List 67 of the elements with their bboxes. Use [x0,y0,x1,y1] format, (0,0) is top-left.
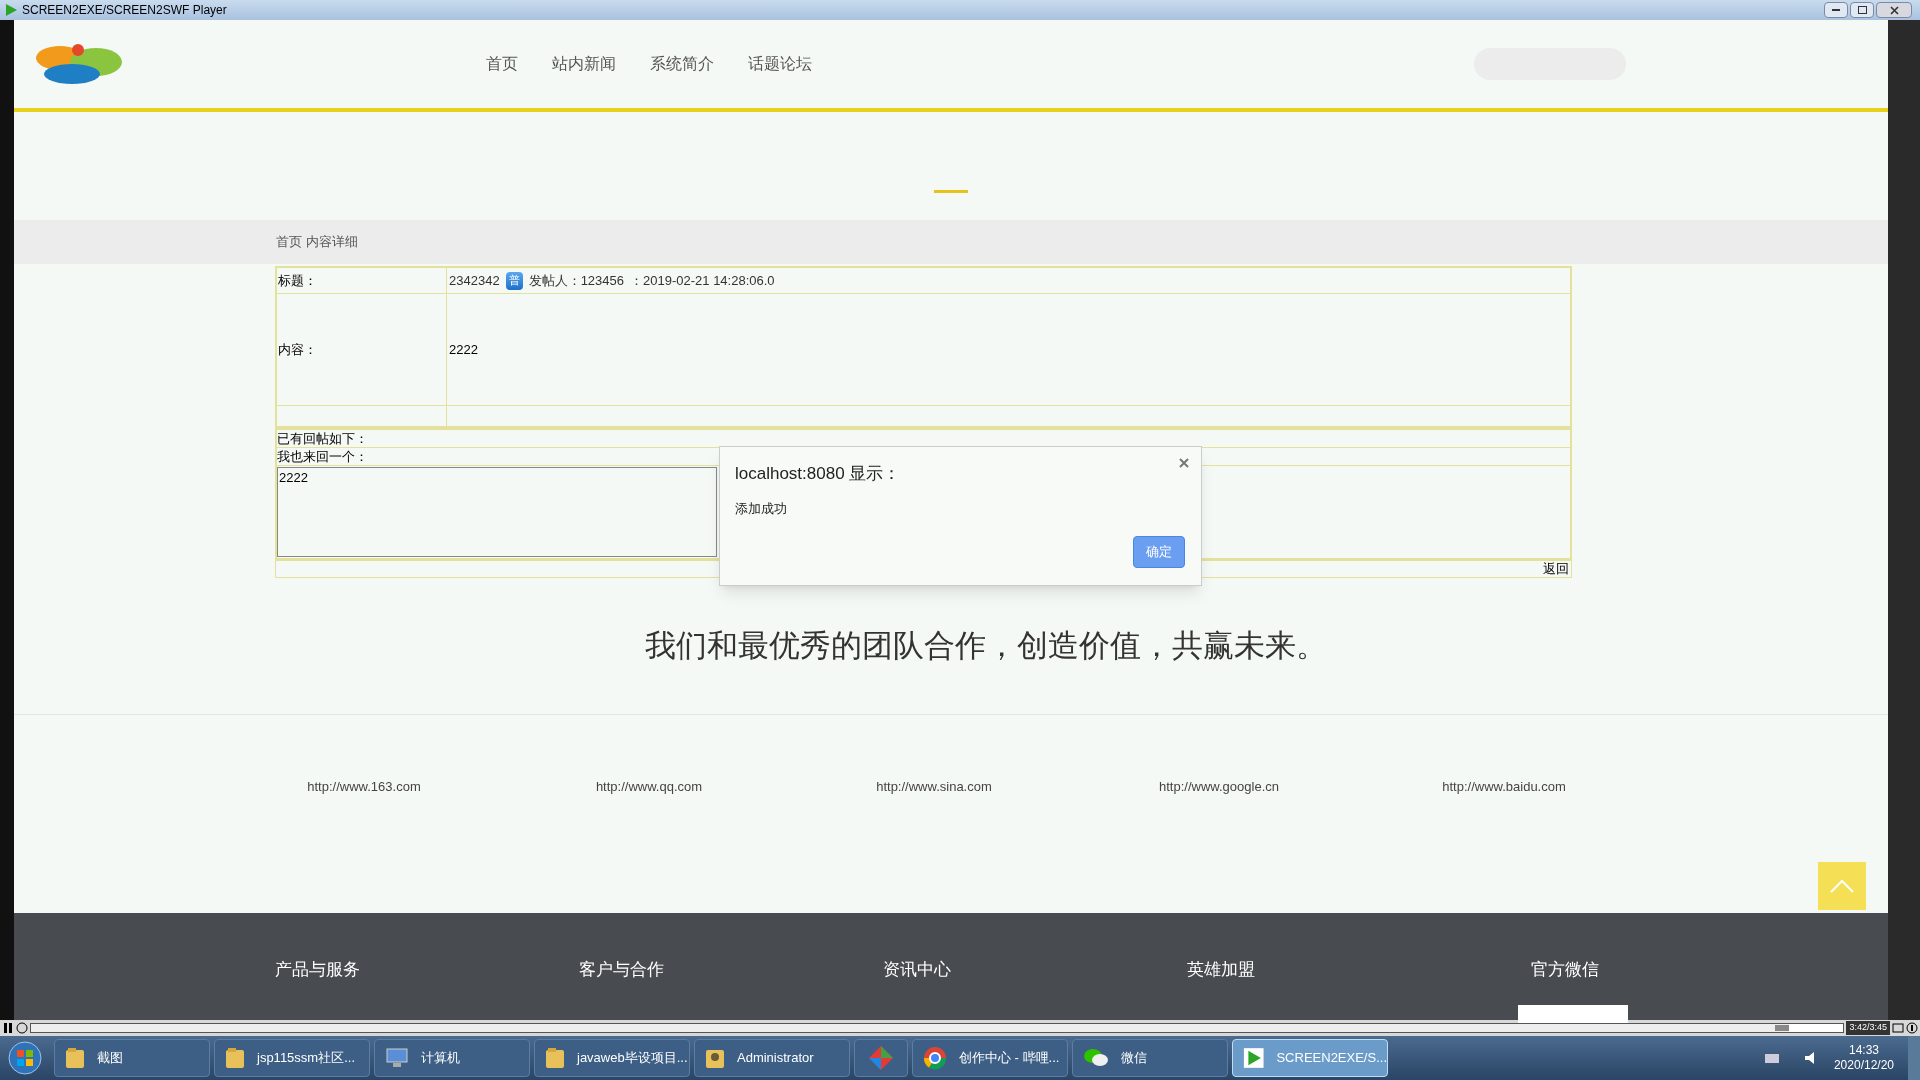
footer-link[interactable]: http://www.baidu.com [1404,777,1604,797]
footer-heading: 英雄加盟 [1187,958,1256,981]
app-icon [4,3,18,17]
taskbar-item[interactable]: javaweb毕设项目... [534,1039,690,1077]
folder-icon [545,1047,565,1069]
post-title: 2342342 [449,271,500,290]
footer-link[interactable]: http://www.163.com [264,777,464,797]
minimize-button[interactable] [1824,2,1848,18]
post-time: ：2019-02-21 14:28:06.0 [630,271,775,290]
close-button[interactable] [1876,2,1912,18]
taskbar-item[interactable]: 创作中心 - 哔哩... [912,1039,1068,1077]
fullscreen-icon[interactable] [1892,1022,1904,1034]
dialog-title: localhost:8080 显示： [735,463,901,485]
category-badge: 普 [505,271,523,290]
app-icon [868,1045,894,1071]
chat-icon [1083,1047,1109,1069]
post-author: 发帖人：123456 [528,271,624,290]
back-link[interactable]: 返回 [1543,559,1571,579]
close-icon [1889,5,1899,15]
field-label: 内容： [278,340,317,359]
computer-icon [385,1047,409,1069]
footer-heading: 官方微信 [1531,958,1600,981]
field-label: 标题： [278,271,317,290]
taskbar-item[interactable]: 计算机 [374,1039,530,1077]
footer-link[interactable]: http://www.google.cn [1119,777,1319,797]
footer-heading: 产品与服务 [275,958,361,981]
breadcrumb: 首页 内容详细 [276,233,359,252]
folder-icon [65,1047,85,1069]
footer-link[interactable]: http://www.qq.com [549,777,749,797]
stop-icon[interactable] [16,1022,28,1034]
clock-time: 14:33 [1848,1043,1879,1058]
slogan: 我们和最优秀的团队合作，创造价值，共赢未来。 [644,626,1327,665]
replies-heading: 已有回帖如下： [277,429,368,448]
taskbar-item[interactable]: 微信 [1072,1039,1228,1077]
footer-heading: 资讯中心 [883,958,952,981]
taskbar-item[interactable]: jsp115ssm社区... [214,1039,370,1077]
user-icon [705,1047,725,1069]
minimize-icon [1832,9,1840,11]
reply-input[interactable]: 2222 [277,467,717,557]
pause-icon [4,1023,12,1033]
browser-icon [923,1046,947,1070]
maximize-button[interactable] [1850,2,1874,18]
player-icon [1243,1046,1265,1070]
chevron-up-icon [1830,879,1854,893]
playback-time: 3:42/3:45 [1846,1021,1890,1035]
close-button[interactable] [1177,456,1191,470]
footer-link[interactable]: http://www.sina.com [834,777,1034,797]
taskbar-item[interactable]: Administrator [694,1039,850,1077]
pause-button[interactable] [2,1022,14,1034]
taskbar-item[interactable]: 截图 [54,1039,210,1077]
dialog-message: 添加成功 [735,500,787,518]
footer-heading: 客户与合作 [579,958,665,981]
folder-icon [225,1047,245,1069]
nav-link[interactable]: 话题论坛 [748,52,812,76]
nav-link[interactable]: 站内新闻 [552,52,616,76]
nav-link[interactable]: 首页 [486,52,518,76]
network-icon[interactable] [1763,1051,1780,1065]
post-content: 2222 [449,340,478,359]
clock-date: 2020/12/20 [1833,1058,1894,1073]
window-title: SCREEN2EXE/SCREEN2SWF Player [22,2,228,19]
reply-label: 我也来回一个： [277,447,368,466]
nav-link[interactable]: 系统简介 [650,52,714,76]
maximize-icon [1857,6,1867,14]
windows-logo-icon [8,1041,42,1075]
info-icon[interactable] [1906,1022,1918,1034]
close-icon [1179,458,1189,468]
progress-thumb[interactable] [1775,1025,1790,1031]
